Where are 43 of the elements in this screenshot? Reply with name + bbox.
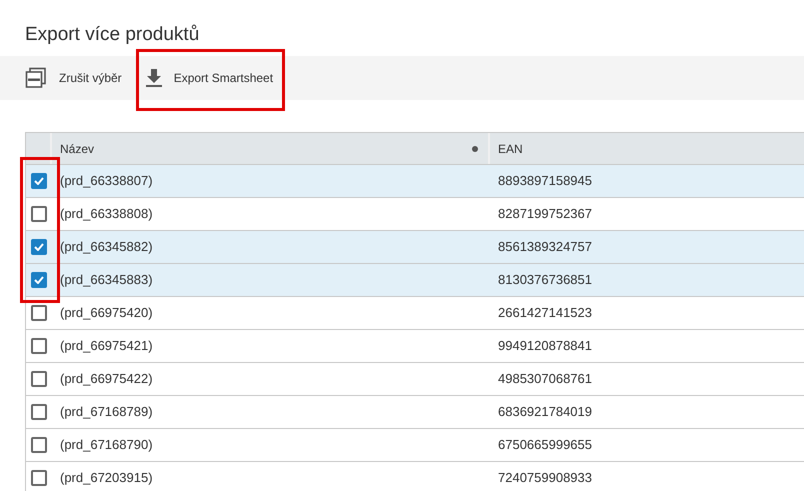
table-cell: (prd_67168790) [60,437,153,452]
column-header[interactable]: EAN [490,133,804,164]
table-row[interactable]: (prd_66345883) 8130376736851 [26,264,804,297]
page-title: Export více produktů [25,23,200,47]
toolbar-button[interactable]: Zrušit výběr [25,63,122,93]
table-cell: 6836921784019 [498,404,592,420]
table-cell: 4985307068761 [498,371,592,386]
table-cell: 8561389324757 [498,239,592,254]
table-cell: 8130376736851 [498,272,592,288]
checkmark-icon [34,276,44,284]
table-cell: (prd_66975421) [60,338,153,354]
table-cell: 8893897158945 [498,173,592,188]
table-cell: 8287199752367 [498,206,592,222]
checkbox[interactable] [31,305,47,321]
stacked-pages-icon [25,67,47,89]
table-cell: (prd_66338807) [60,173,153,188]
checkmark-icon [34,243,44,251]
checkbox[interactable] [31,470,47,486]
checkbox[interactable] [31,437,47,453]
checkmark-icon [34,177,44,185]
table-row[interactable]: (prd_66338807) 8893897158945 [26,165,804,198]
table-cell: 2661427141523 [498,305,592,320]
table-cell: (prd_67203915) [60,470,153,486]
table-cell: 6750665999655 [498,437,592,452]
checkbox[interactable] [31,239,47,255]
toolbar-button[interactable]: Export Smartsheet [146,63,274,93]
table-cell: 9949120878841 [498,338,592,354]
table-cell: 7240759908933 [498,470,592,486]
checkbox[interactable] [31,371,47,387]
table-cell: (prd_66975420) [60,305,153,320]
table-cell: (prd_66975422) [60,371,153,386]
table-cell: (prd_66345883) [60,272,153,288]
checkbox[interactable] [31,206,47,222]
checkbox[interactable] [31,272,47,288]
table-cell: (prd_66345882) [60,239,153,254]
table-row[interactable]: (prd_66345882) 8561389324757 [26,231,804,264]
checkbox[interactable] [31,173,47,189]
table-cell: (prd_66338808) [60,206,153,222]
checkbox[interactable] [31,404,47,420]
table-cell: (prd_67168789) [60,404,153,420]
download-icon [146,69,162,87]
column-menu-icon[interactable] [472,146,478,152]
checkbox[interactable] [31,338,47,354]
